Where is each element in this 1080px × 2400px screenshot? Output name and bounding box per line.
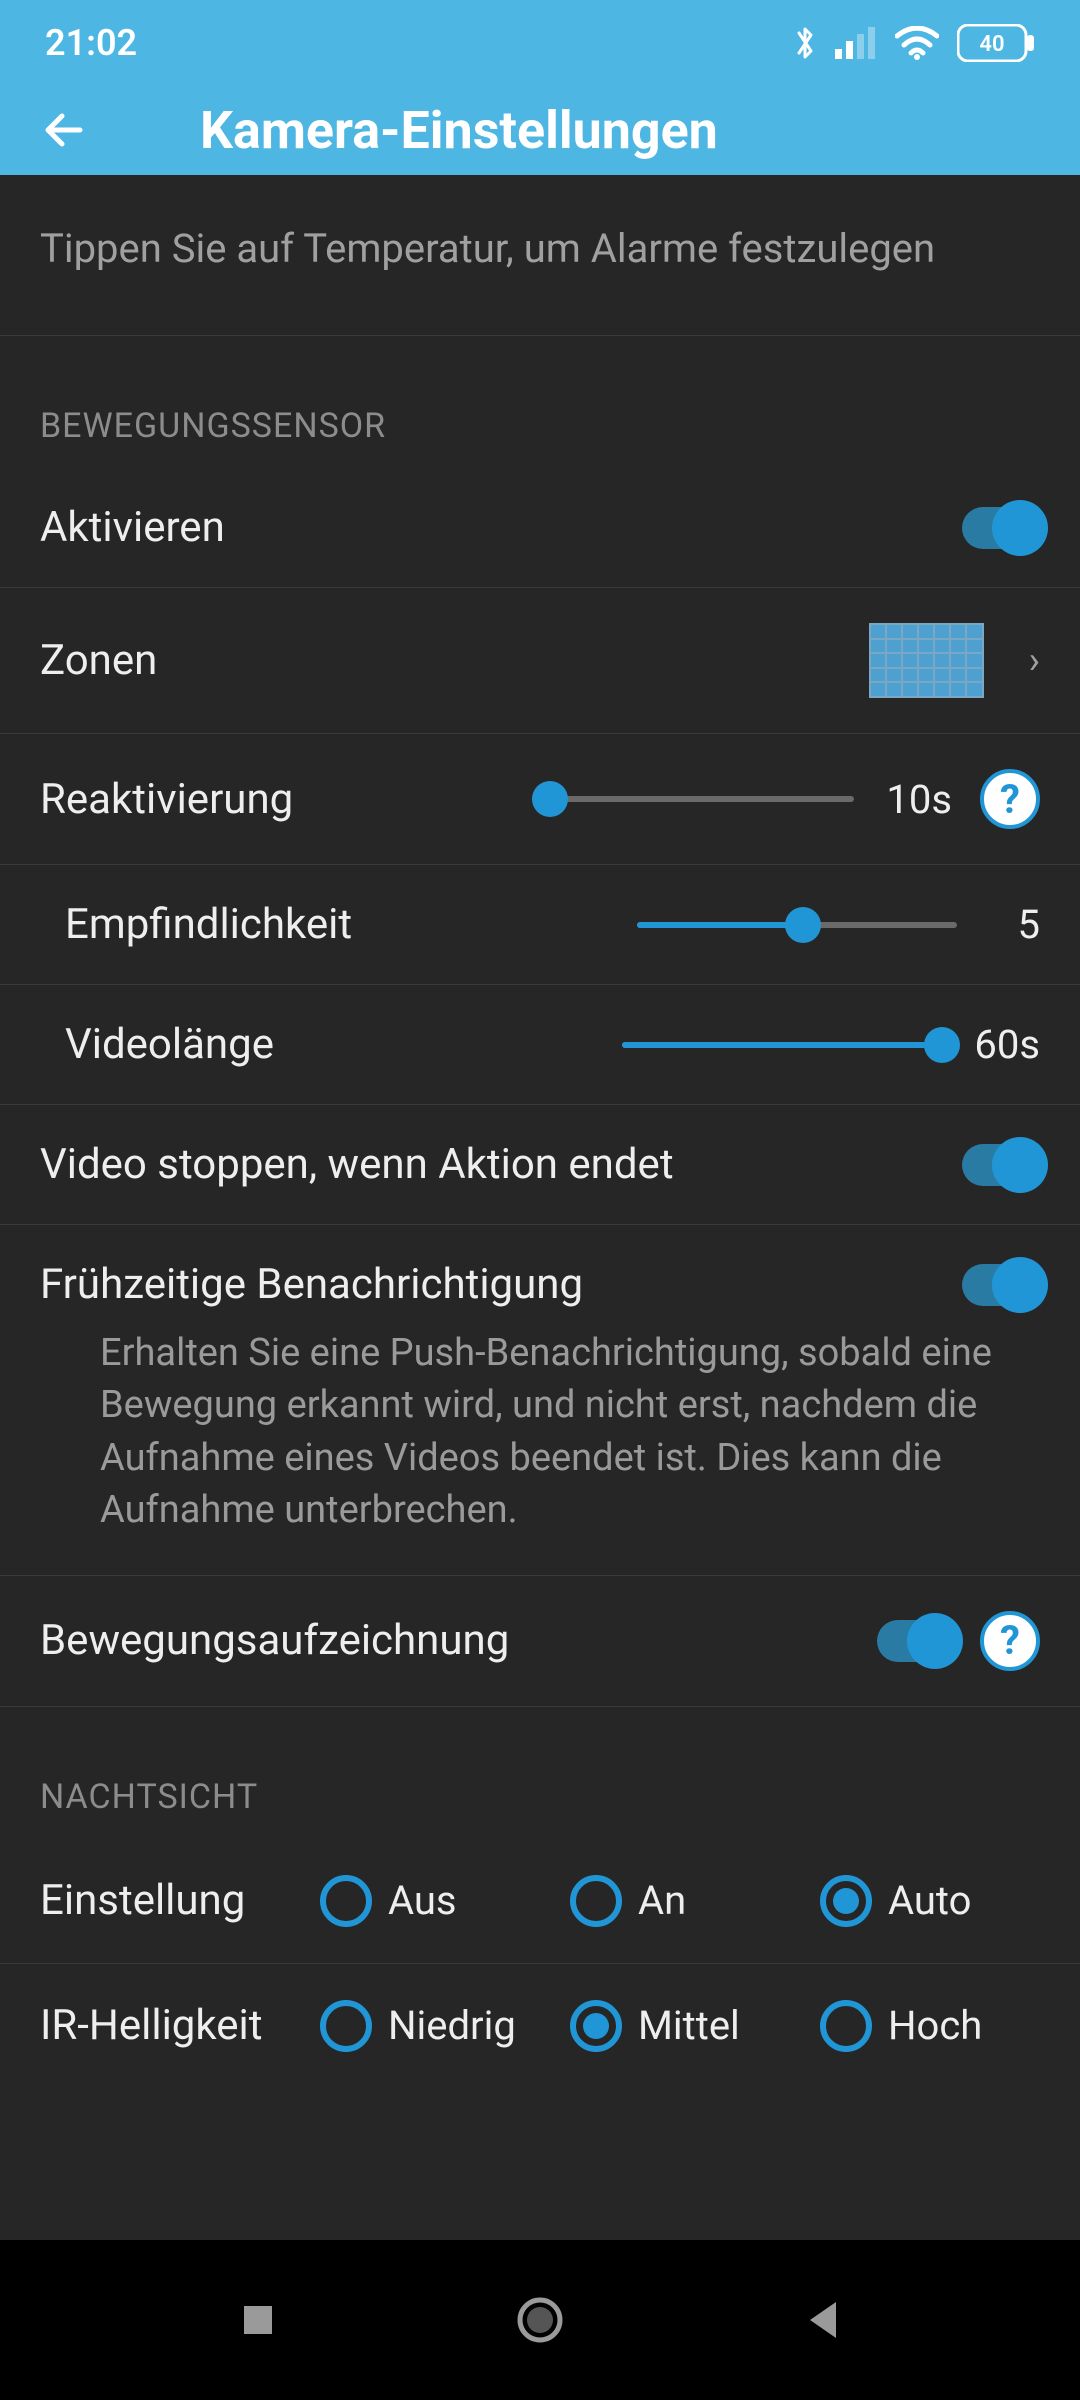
bluetooth-icon [793,23,817,63]
reactivation-help-button[interactable]: ? [980,769,1040,829]
stop-video-toggle[interactable] [962,1144,1040,1186]
page-title: Kamera-Einstellungen [200,100,718,161]
row-videolength: Videolänge 60s [0,985,1080,1105]
reactivation-slider[interactable] [534,796,854,802]
wifi-icon [895,26,939,60]
system-nav-bar [0,2240,1080,2400]
early-notification-label: Frühzeitige Benachrichtigung [40,1260,583,1309]
nav-home-icon[interactable] [514,2294,566,2346]
row-zones[interactable]: Zonen › [0,588,1080,734]
motion-recording-label: Bewegungsaufzeichnung [40,1616,509,1665]
row-reactivation: Reaktivierung 10s ? [0,734,1080,865]
radio-label-an: An [638,1877,686,1924]
radio-option-auto[interactable]: Auto [820,1875,1040,1927]
signal-icon [835,27,877,59]
sensitivity-label: Empfindlichkeit [65,900,352,949]
nav-back-icon[interactable] [802,2298,842,2342]
reactivation-label: Reaktivierung [40,775,293,824]
app-bar: Kamera-Einstellungen [0,85,1080,175]
nav-recent-icon[interactable] [238,2300,278,2340]
radio-option-hoch[interactable]: Hoch [820,2000,1040,2052]
row-stop-video[interactable]: Video stoppen, wenn Aktion endet [0,1105,1080,1225]
motion-recording-help-button[interactable]: ? [980,1611,1040,1671]
section-header-motion: BEWEGUNGSSENSOR [0,336,1080,468]
radio-icon[interactable] [320,1875,372,1927]
status-bar: 21:02 40 [0,0,1080,85]
videolength-label: Videolänge [65,1020,274,1069]
row-motion-recording[interactable]: Bewegungsaufzeichnung ? [0,1576,1080,1707]
activate-toggle[interactable] [962,507,1040,549]
radio-label-mittel: Mittel [638,2002,740,2049]
zones-label: Zonen [40,636,157,685]
row-activate[interactable]: Aktivieren [0,468,1080,588]
radio-label-niedrig: Niedrig [388,2002,516,2049]
radio-label-aus: Aus [388,1877,457,1924]
battery-icon: 40 [957,24,1035,62]
radio-icon[interactable] [570,1875,622,1927]
chevron-right-icon: › [1029,639,1040,683]
status-icons: 40 [793,23,1035,63]
sensitivity-value: 5 [985,901,1040,948]
radio-option-niedrig[interactable]: Niedrig [320,2000,540,2052]
ir-brightness-label: IR-Helligkeit [40,2001,320,2050]
zones-grid-icon [869,623,984,698]
section-header-nightvision: NACHTSICHT [0,1707,1080,1839]
early-notification-toggle[interactable] [962,1264,1040,1306]
radio-icon[interactable] [320,2000,372,2052]
activate-label: Aktivieren [40,503,225,552]
reactivation-value: 10s [882,776,952,823]
nightvision-setting-label: Einstellung [40,1876,320,1925]
radio-icon[interactable] [820,1875,872,1927]
row-ir-brightness: IR-Helligkeit Niedrig Mittel Hoch [0,1964,1080,2088]
svg-text:40: 40 [979,32,1004,57]
radio-label-auto: Auto [888,1877,971,1924]
videolength-value: 60s [970,1021,1040,1068]
row-nightvision-setting: Einstellung Aus An Auto [0,1839,1080,1964]
radio-option-mittel[interactable]: Mittel [570,2000,790,2052]
radio-label-hoch: Hoch [888,2002,982,2049]
row-early-notification[interactable]: Frühzeitige Benachrichtigung [0,1225,1080,1327]
settings-content: Tippen Sie auf Temperatur, um Alarme fes… [0,175,1080,2240]
radio-icon[interactable] [820,2000,872,2052]
back-icon[interactable] [40,105,90,155]
row-sensitivity: Empfindlichkeit 5 [0,865,1080,985]
radio-icon[interactable] [570,2000,622,2052]
radio-option-aus[interactable]: Aus [320,1875,540,1927]
temperature-hint[interactable]: Tippen Sie auf Temperatur, um Alarme fes… [0,175,1080,336]
motion-recording-toggle[interactable] [877,1620,955,1662]
stop-video-label: Video stoppen, wenn Aktion endet [40,1140,674,1189]
status-time: 21:02 [45,22,137,64]
videolength-slider[interactable] [622,1042,942,1048]
early-notification-description: Erhalten Sie eine Push-Benachrichtigung,… [0,1327,1080,1576]
sensitivity-slider[interactable] [637,922,957,928]
radio-option-an[interactable]: An [570,1875,790,1927]
